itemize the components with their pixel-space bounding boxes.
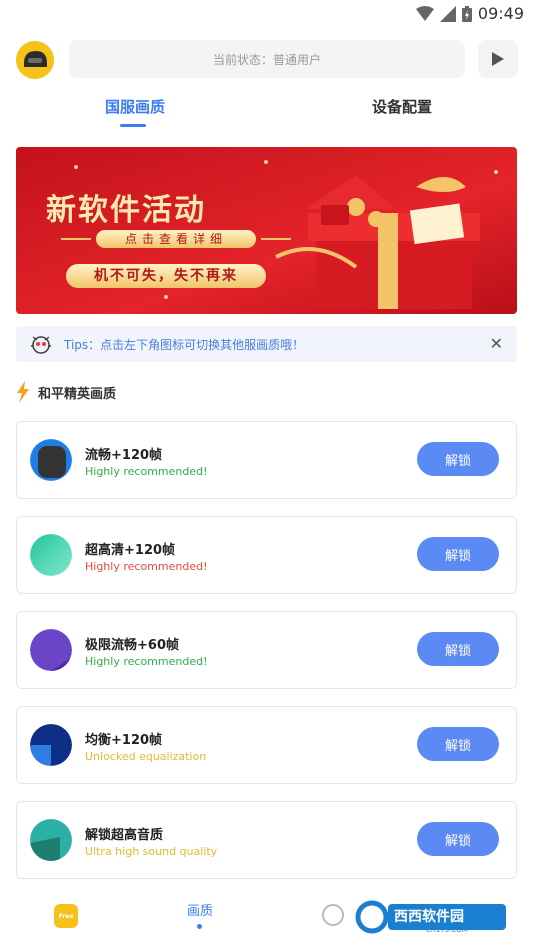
unlock-button[interactable]: 解锁 [417, 822, 499, 856]
quality-icon [30, 439, 72, 481]
nav-active-dot [197, 924, 202, 929]
unlock-button[interactable]: 解锁 [417, 727, 499, 761]
card-title: 流畅+120帧 [85, 448, 163, 463]
helmet-icon [16, 41, 54, 79]
signal-icon [439, 5, 456, 22]
status-time: 09:49 [477, 4, 524, 23]
banner-graphic [16, 147, 517, 314]
quality-icon [30, 724, 72, 766]
play-button[interactable] [478, 40, 518, 78]
tips-bar: Tips：点击左下角图标可切换其他服画质哦！ ✕ [16, 326, 517, 362]
watermark-text: 西西软件园 [394, 909, 464, 925]
battery-icon [461, 5, 472, 22]
lightning-icon [17, 381, 29, 403]
quality-card-hq-audio: 解锁超高音质 Ultra high sound quality 解锁 [16, 801, 517, 879]
bug-icon [31, 336, 51, 354]
tab-active-indicator [120, 124, 146, 127]
tips-text: Tips：点击左下角图标可切换其他服画质哦！ [64, 337, 305, 352]
status-bar: 09:49 [0, 0, 534, 28]
avatar[interactable] [16, 41, 54, 79]
card-subtitle: Highly recommended! [85, 465, 208, 478]
nav-settings-tab[interactable] [322, 904, 344, 926]
section-header: 和平精英画质 [16, 380, 116, 404]
unlock-button[interactable]: 解锁 [417, 632, 499, 666]
tab-bar: 国服画质 设备配置 [0, 96, 534, 128]
unlock-button[interactable]: 解锁 [417, 442, 499, 476]
card-title: 均衡+120帧 [85, 733, 163, 748]
nav-quality-tab[interactable]: 画质 [187, 900, 213, 919]
banner-title: 新软件活动 [46, 193, 206, 228]
user-status-field: 当前状态：普通用户 [69, 40, 465, 78]
play-icon [492, 52, 504, 66]
free-icon: Free [58, 912, 74, 920]
nav-free-tab[interactable]: Free [54, 904, 78, 928]
close-icon[interactable]: ✕ [490, 334, 503, 353]
quality-icon [30, 629, 72, 671]
section-title: 和平精英画质 [38, 386, 117, 402]
quality-card-hd-120: 超高清+120帧 Highly recommended! 解锁 [16, 516, 517, 594]
quality-icon [30, 819, 72, 861]
bottom-nav: Free 画质 西西软件园 CR173.COM [0, 890, 534, 950]
quality-icon [30, 534, 72, 576]
watermark-logo: 西西软件园 CR173.COM [354, 898, 512, 936]
card-subtitle: Ultra high sound quality [85, 845, 218, 858]
top-bar: 当前状态：普通用户 [16, 40, 518, 80]
unlock-button[interactable]: 解锁 [417, 537, 499, 571]
banner-slogan: 机不可失，失不再来 [94, 268, 238, 284]
quality-card-extreme-60: 极限流畅+60帧 Highly recommended! 解锁 [16, 611, 517, 689]
quality-card-balanced-120: 均衡+120帧 Unlocked equalization 解锁 [16, 706, 517, 784]
watermark-domain: CR173.COM [426, 926, 468, 934]
wifi-icon [415, 5, 434, 21]
card-subtitle: Unlocked equalization [85, 750, 207, 763]
card-title: 超高清+120帧 [85, 543, 176, 558]
card-subtitle: Highly recommended! [85, 560, 208, 573]
promo-banner[interactable]: 新软件活动 点击查看详细 机不可失，失不再来 [16, 147, 517, 314]
card-title: 极限流畅+60帧 [85, 638, 179, 653]
tab-domestic-quality[interactable]: 国服画质 [105, 96, 165, 117]
card-title: 解锁超高音质 [85, 828, 164, 843]
quality-card-smooth-120: 流畅+120帧 Highly recommended! 解锁 [16, 421, 517, 499]
card-subtitle: Highly recommended! [85, 655, 208, 668]
tab-device-config[interactable]: 设备配置 [372, 96, 432, 117]
banner-detail-link[interactable]: 点击查看详细 [96, 230, 256, 248]
